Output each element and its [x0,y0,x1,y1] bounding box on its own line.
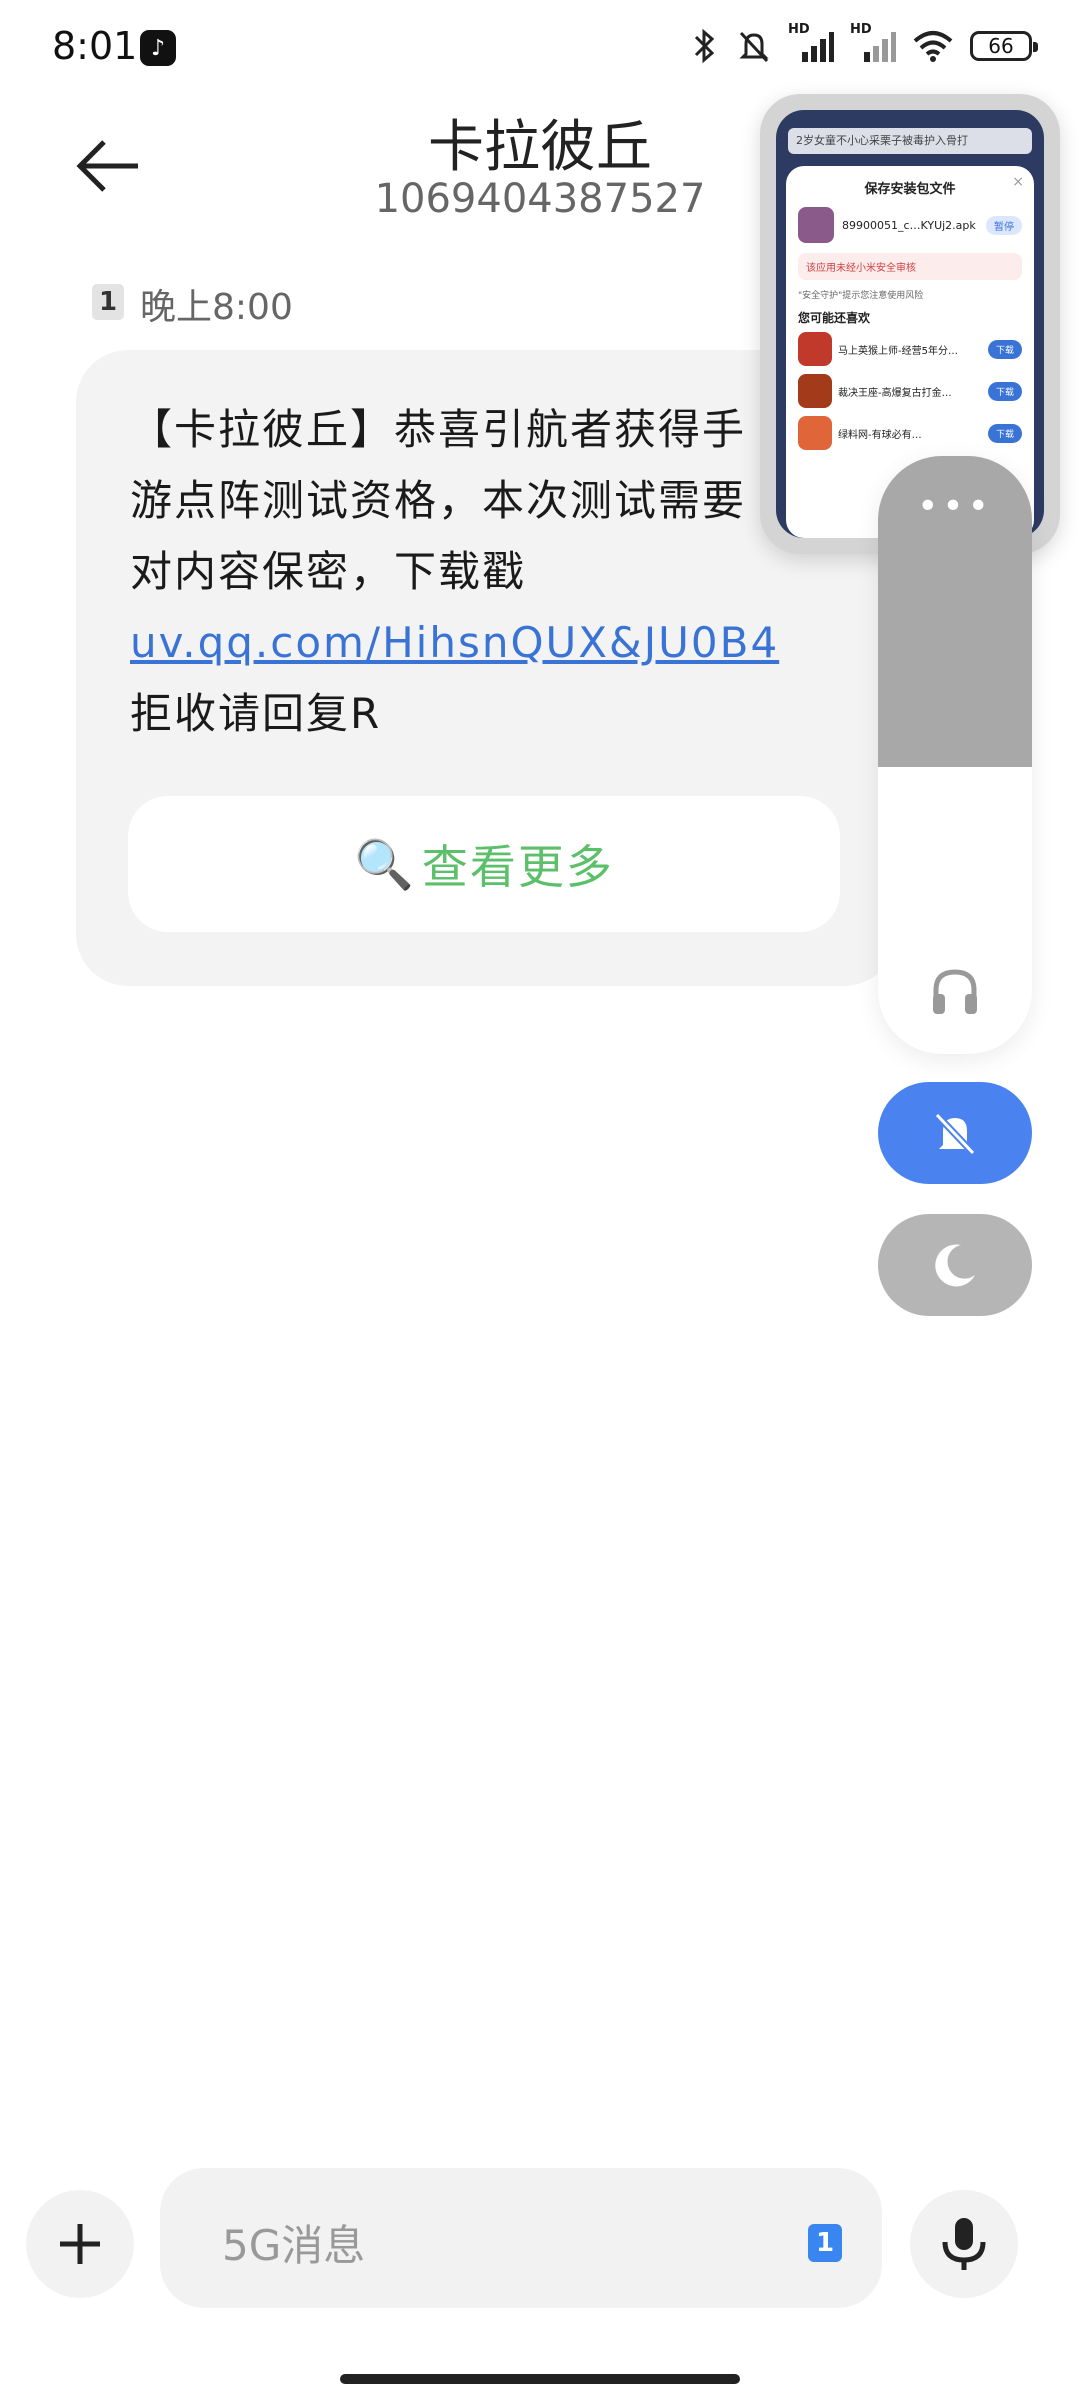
bell-off-icon [934,1112,976,1156]
message-footer: 拒收请回复R [130,689,382,738]
preview-download-button: 下载 [987,339,1022,359]
preview-recommend-title: 您可能还喜欢 [798,311,871,325]
preview-file-row: 89900051_c…KYUj2.apk 暂停 [798,207,1022,243]
preview-close-icon: × [1012,174,1024,190]
view-more-label: 查看更多 [421,840,614,894]
battery-icon: 66 [970,31,1038,61]
status-bar: 8:01 ♪ HD HD 66 [0,0,1080,100]
preview-recommend-item: 绿料网-有球必有… 下载 [798,416,1022,450]
tiktok-icon: ♪ [140,30,176,66]
message-input-placeholder: 5G消息 [222,2221,366,2270]
sim-select-icon[interactable]: 1 [808,2224,842,2262]
signal-1-label: HD [788,22,810,37]
preview-recommend-item: 马上英猴上师-经营5年分… 下载 [798,332,1022,366]
message-time: 晚上8:00 [140,287,293,328]
mute-toggle-button[interactable] [878,1082,1032,1184]
preview-recommend-item: 裁决王座-高爆复古打金… 下载 [798,374,1022,408]
preview-title: 保存安装包文件 [864,182,956,197]
battery-level: 66 [988,34,1014,58]
preview-filename: 89900051_c…KYUj2.apk [842,218,976,232]
preview-download-button: 下载 [987,381,1022,401]
signal-2-icon: HD [850,22,896,64]
voice-input-button[interactable] [910,2190,1018,2298]
preview-warning: 该应用未经小米安全审核 [798,253,1022,280]
app-icon [798,416,832,450]
sim-badge: 1 [92,284,124,320]
headphones-icon [933,969,977,1014]
mute-status-icon [739,31,769,63]
message-body: 【卡拉彼丘】恭喜引航者获得手游点阵测试资格，本次测试需要对内容保密，下载戳 [130,405,747,596]
do-not-disturb-button[interactable] [878,1214,1032,1316]
preview-download-button: 下载 [987,423,1022,443]
preview-topbar: 2岁女童不小心采栗子被毒护入骨打 [788,128,1032,154]
message-text: 【卡拉彼丘】恭喜引航者获得手游点阵测试资格，本次测试需要对内容保密，下载戳 uv… [130,394,777,749]
bluetooth-icon [694,28,715,64]
volume-slider[interactable]: ••• [878,456,1032,1054]
app-icon [798,374,832,408]
plus-icon [60,2224,100,2264]
app-icon [798,332,832,366]
microphone-icon [942,2218,986,2270]
home-indicator[interactable] [340,2374,740,2384]
status-time: 8:01 [52,24,138,68]
preview-recommend-name: 绿料网-有球必有… [838,429,922,441]
magnifier-icon: 🔍 [354,836,414,893]
message-input[interactable]: 5G消息 1 [160,2168,882,2308]
moon-icon [935,1244,975,1287]
signal-1-icon: HD [788,22,834,64]
preview-recommend-name: 裁决王座-高爆复古打金… [838,387,952,399]
more-options-icon[interactable]: ••• [878,486,1032,527]
preview-safe-note: "安全守护"提示您注意使用风险 [798,291,924,301]
status-icons: HD HD 66 [690,22,1038,64]
message-link[interactable]: uv.qq.com/HihsnQUX&JU0B4 [130,618,779,667]
android-app-icon [798,207,834,243]
preview-pause-button: 暂停 [986,215,1022,235]
preview-recommend-name: 马上英猴上师-经营5年分… [838,345,958,357]
add-attachment-button[interactable] [26,2190,134,2298]
wifi-icon [913,31,953,62]
signal-2-label: HD [850,22,872,37]
view-more-button[interactable]: 🔍 查看更多 [128,796,840,932]
